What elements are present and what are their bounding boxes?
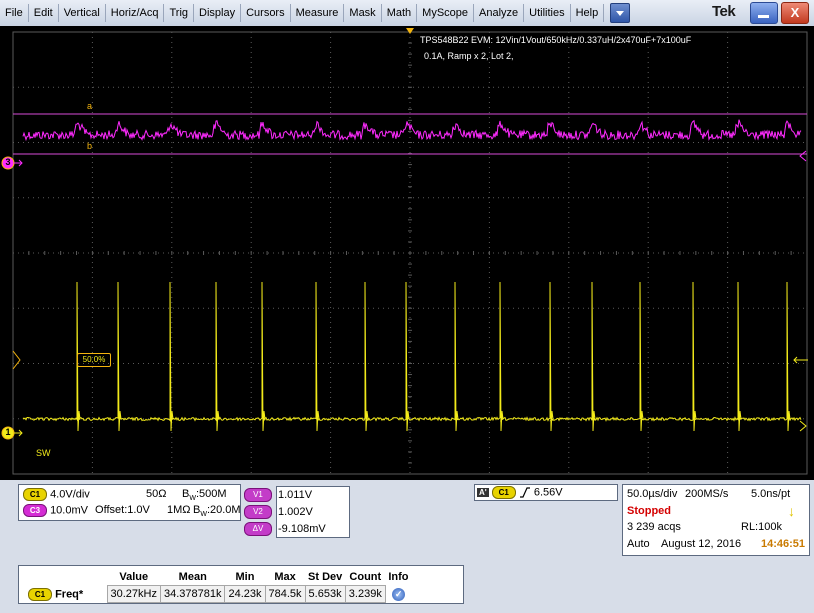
trigger-mode: Auto xyxy=(627,538,650,550)
acquisition-count: 3 239 acqs xyxy=(627,521,681,533)
ch1-settings-row[interactable]: C1 4.0V/div xyxy=(23,488,90,501)
ch1-offset-arrow xyxy=(14,429,23,437)
column-header-count: Count xyxy=(349,571,382,583)
cursor-v1-value: 1.011V xyxy=(278,489,313,501)
ch3-bandwidth: BW:20.0M xyxy=(193,504,241,519)
close-button[interactable]: X xyxy=(781,2,809,24)
timebase: 50.0µs/div xyxy=(627,488,678,500)
trigger-source-badge: C1 xyxy=(491,486,516,499)
menu-cursors[interactable]: Cursors xyxy=(241,4,291,22)
resolution: 5.0ns/pt xyxy=(751,488,791,500)
trigger-position-icon xyxy=(406,28,414,34)
menu-dropdown-button[interactable] xyxy=(610,3,631,23)
ch1-badge[interactable]: C1 xyxy=(23,488,47,501)
menu-analyze[interactable]: Analyze xyxy=(474,4,525,22)
measurement-max: 784.5k xyxy=(264,585,306,603)
menu-edit[interactable]: Edit xyxy=(29,4,59,22)
menu-measure[interactable]: Measure xyxy=(291,4,345,22)
acquisition-time: 14:46:51 xyxy=(761,538,806,550)
channel-markers xyxy=(1,150,808,440)
waveform-note-line2: 0.1A, Ramp x 2, Lot 2, xyxy=(424,51,514,61)
column-header-stdev: St Dev xyxy=(308,571,343,583)
acquisition-panel[interactable]: 50.0µs/div 200MS/s 5.0ns/pt Stopped ↓ 3 … xyxy=(622,484,810,556)
graticule-canvas xyxy=(1,28,808,475)
measurement-source-badge: C1 xyxy=(28,587,52,601)
cursor-v2-tab[interactable]: V2 xyxy=(244,505,272,519)
ch3-right-marker xyxy=(799,150,807,162)
cursor-v2-value: 1.002V xyxy=(278,506,313,518)
trigger-mode-badge: A' xyxy=(477,488,489,498)
ch3-marker-label[interactable]: 3 xyxy=(2,157,14,167)
ch1-marker-label[interactable]: 1 xyxy=(2,427,14,437)
ch1-right-marker xyxy=(799,420,807,432)
measurement-count: 3.239k xyxy=(344,585,386,603)
cursor-v1-tab[interactable]: V1 xyxy=(244,488,272,502)
menu-bar: File Edit Vertical Horiz/Acq Trig Displa… xyxy=(0,0,814,27)
waveform-note-line1: TPS548B22 EVM: 12Vin/1Vout/650kHz/0.337u… xyxy=(420,35,692,45)
rising-edge-icon xyxy=(519,486,531,498)
measurement-name: Freq* xyxy=(55,587,84,600)
measurement-table: Value Mean Min Max St Dev Count Info C1 … xyxy=(25,569,412,603)
measurement-info-cell[interactable]: ✓ xyxy=(385,586,411,603)
cursor-a-label[interactable]: a xyxy=(87,101,92,111)
record-length: RL:100k xyxy=(741,521,782,533)
ch3-impedance: 1MΩ xyxy=(167,504,191,516)
column-header-min: Min xyxy=(235,571,255,583)
ch1-impedance: 50Ω xyxy=(146,488,167,500)
tek-logo: Tek xyxy=(712,3,736,20)
measurement-header-row: Value Mean Min Max St Dev Count Info xyxy=(25,569,412,586)
menu-help[interactable]: Help xyxy=(571,4,605,22)
acquisition-date: August 12, 2016 xyxy=(661,538,742,550)
ch3-offset-arrow xyxy=(14,159,23,167)
minimize-button[interactable] xyxy=(750,2,778,24)
column-header-max: Max xyxy=(274,571,296,583)
menu-utilities[interactable]: Utilities xyxy=(524,4,571,22)
trigger-readout[interactable]: A' C1 6.56V xyxy=(474,484,618,501)
measurement-mean: 34.378781k xyxy=(159,585,226,603)
column-header-info: Info xyxy=(388,571,409,584)
acquisition-state: Stopped xyxy=(627,505,671,517)
trigger-level: 6.56V xyxy=(533,486,563,499)
graticule-grid xyxy=(12,28,808,475)
menu-math[interactable]: Math xyxy=(382,4,418,22)
down-arrow-icon: ↓ xyxy=(788,503,795,519)
menu-display[interactable]: Display xyxy=(194,4,242,22)
measurement-min: 24.23k xyxy=(224,585,266,603)
cursor-b-label[interactable]: b xyxy=(87,141,92,151)
menu-file[interactable]: File xyxy=(0,4,29,22)
ch1-waveform xyxy=(22,281,802,432)
menu-myscope[interactable]: MyScope xyxy=(417,4,475,22)
sample-rate: 200MS/s xyxy=(685,488,729,500)
menu-horiz-acq[interactable]: Horiz/Acq xyxy=(106,4,165,22)
ch3-badge[interactable]: C3 xyxy=(23,504,47,517)
column-header-mean: Mean xyxy=(178,571,207,583)
measurement-value: 30.27kHz xyxy=(106,585,161,603)
table-row[interactable]: C1 Freq* 30.27kHz 34.378781k 24.23k 784.… xyxy=(25,585,412,603)
cursor-readout[interactable]: V1 V2 ΔV 1.011V 1.002V -9.108mV xyxy=(244,486,350,538)
measurement-panel[interactable]: Value Mean Min Max St Dev Count Info C1 … xyxy=(18,565,464,604)
measurement-stdev: 5.653k xyxy=(304,585,346,603)
trigger-level-right-arrow xyxy=(793,356,808,364)
cursor-delta-value: -9.108mV xyxy=(278,523,326,535)
ch1-name-label: SW xyxy=(36,448,51,458)
ch1-bandwidth: BW:500M xyxy=(182,488,227,503)
ch3-waveform xyxy=(22,119,802,142)
menu-mask[interactable]: Mask xyxy=(344,4,382,22)
ch1-scale: 4.0V/div xyxy=(50,488,90,501)
ch3-settings-row[interactable]: C3 10.0mV Offset:1.0V xyxy=(23,504,150,517)
column-header-value: Value xyxy=(119,571,149,583)
ch3-offset: Offset:1.0V xyxy=(95,504,150,517)
trigger-level-left-marker xyxy=(12,350,21,370)
menu-trig[interactable]: Trig xyxy=(164,4,195,22)
ch3-scale: 10.0mV xyxy=(50,504,88,517)
cursor-delta-tab[interactable]: ΔV xyxy=(244,522,272,536)
channel-settings-panel[interactable]: C1 4.0V/div 50Ω BW:500M C3 10.0mV Offset… xyxy=(18,484,241,521)
trigger-level-readout: 50.0% xyxy=(77,353,111,367)
waveform-display[interactable]: TPS548B22 EVM: 12Vin/1Vout/650kHz/0.337u… xyxy=(0,26,814,480)
info-icon[interactable]: ✓ xyxy=(392,587,406,601)
menu-vertical[interactable]: Vertical xyxy=(59,4,106,22)
